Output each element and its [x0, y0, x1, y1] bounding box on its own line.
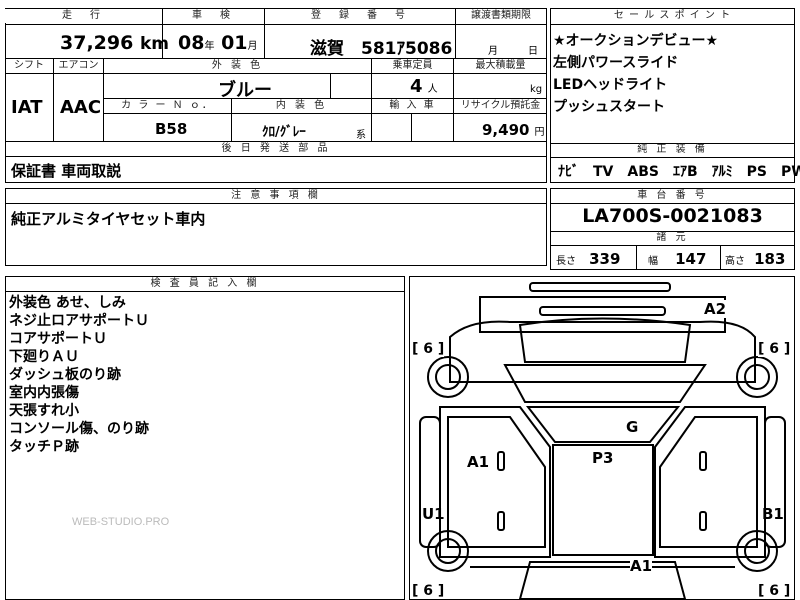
watermark: WEB-STUDIO.PRO — [72, 516, 170, 528]
car-diagram-frame: [ 6 ] [ 6 ] [ 6 ] [ 6 ] A2 G A1 P3 U1 B1… — [409, 276, 795, 600]
spec-height: 高さ 183 — [725, 250, 786, 268]
interior-color-header: 内 装 色 — [275, 100, 328, 111]
inspector-line: 天張すれ小 — [9, 403, 79, 419]
mileage-value: 37,296 km — [60, 32, 169, 54]
damage-code-left-door: A1 — [467, 453, 490, 471]
chassis-header: 車 台 番 号 — [637, 190, 708, 201]
tire-mark-fr: [ 6 ] — [758, 341, 791, 357]
sales-point-item: 左側パワースライド — [553, 55, 679, 71]
transfer-month-unit: 月 — [488, 46, 498, 57]
inspector-lines: 外装色 あせ、しみ ネジ止ロアサポートＵ コアサポートＵ 下廻りＡＵ ダッシュ板… — [9, 294, 149, 456]
later-parts-text: 保証書 車両取説 — [11, 162, 122, 180]
transfer-header: 譲渡書類期限 — [456, 9, 546, 23]
sales-point-item: LEDヘッドライト — [553, 77, 668, 93]
chassis-number: LA700S-0021083 — [582, 205, 763, 227]
sales-point-item: ★オークションデビュー★ — [553, 33, 719, 49]
sales-point-item: プッシュスタート — [553, 99, 665, 115]
inspector-line: ダッシュ板のり跡 — [9, 367, 121, 383]
import-header: 輸 入 車 — [389, 100, 436, 111]
inspector-line: 下廻りＡＵ — [9, 349, 79, 365]
color-no-header: カ ラ ー Ｎ ｏ． — [121, 100, 214, 111]
shift-value: IAT — [11, 97, 43, 118]
notes-header: 注 意 事 項 欄 — [231, 190, 321, 201]
inspection-date: 08年 01月 — [178, 32, 258, 54]
inspector-line: 外装色 あせ、しみ — [9, 295, 126, 311]
color-no-value: B58 — [155, 120, 188, 138]
interior-suffix: 系 — [356, 130, 366, 141]
shift-header: シフト — [14, 60, 44, 71]
inspector-header: 検 査 員 記 入 欄 — [150, 278, 260, 289]
genuine-equipment-items: ﾅﾋﾞ TV ABS ｴｱB ｱﾙﾐ PS PW — [558, 164, 800, 180]
inspector-line: ネジ止ロアサポートＵ — [9, 313, 149, 329]
genuine-equipment-header: 純 正 装 備 — [637, 144, 708, 155]
notes-text: 純正アルミタイヤセット車内 — [11, 210, 206, 228]
inspector-line: 室内内張傷 — [9, 385, 79, 401]
spec-length: 長さ 339 — [556, 250, 621, 268]
car-diagram — [419, 282, 786, 599]
transfer-day-unit: 日 — [528, 46, 538, 57]
spec-width: 幅 147 — [648, 250, 707, 268]
damage-code-front-right: A2 — [704, 300, 727, 318]
damage-code-glass: G — [626, 418, 639, 436]
inspector-line: コンソール傷、のり跡 — [9, 421, 149, 437]
exterior-color-header: 外 装 色 — [211, 60, 264, 71]
tire-mark-rr: [ 6 ] — [758, 583, 791, 599]
damage-code-left-rear: U1 — [422, 505, 445, 523]
mileage-header: 走 行 — [5, 9, 161, 23]
capacity-header: 乗車定員 — [392, 60, 433, 71]
sales-point-header: セ ー ル ス ポ イ ン ト — [613, 10, 732, 21]
aircon-value: AAC — [60, 97, 102, 118]
later-parts-header: 後 日 発 送 部 品 — [221, 143, 331, 154]
recycle-value: 9,490 円 — [482, 121, 545, 139]
specs-header: 諸 元 — [656, 232, 689, 243]
tire-mark-fl: [ 6 ] — [412, 341, 445, 357]
inspector-line: コアサポートＵ — [9, 331, 107, 347]
damage-code-rear: A1 — [630, 557, 653, 575]
damage-code-right-rear: B1 — [762, 505, 784, 523]
damage-code-center: P3 — [592, 449, 614, 467]
tire-mark-rl: [ 6 ] — [412, 583, 445, 599]
aircon-header: エアコン — [58, 60, 99, 71]
plate-number: 滋賀 581ｱ5086 — [310, 39, 453, 59]
plate-header: 登 録 番 号 — [265, 9, 455, 23]
recycle-header: リサイクル預託金 — [460, 100, 541, 111]
max-load-unit: kg — [530, 84, 543, 95]
inspection-header: 車 検 — [163, 9, 263, 23]
max-load-header: 最大積載量 — [475, 60, 526, 71]
capacity-value: 4 人 — [410, 76, 438, 97]
interior-color-value: ｸﾛ/ｸﾞﾚｰ — [262, 125, 306, 140]
inspector-line: タッチＰ跡 — [9, 439, 79, 455]
